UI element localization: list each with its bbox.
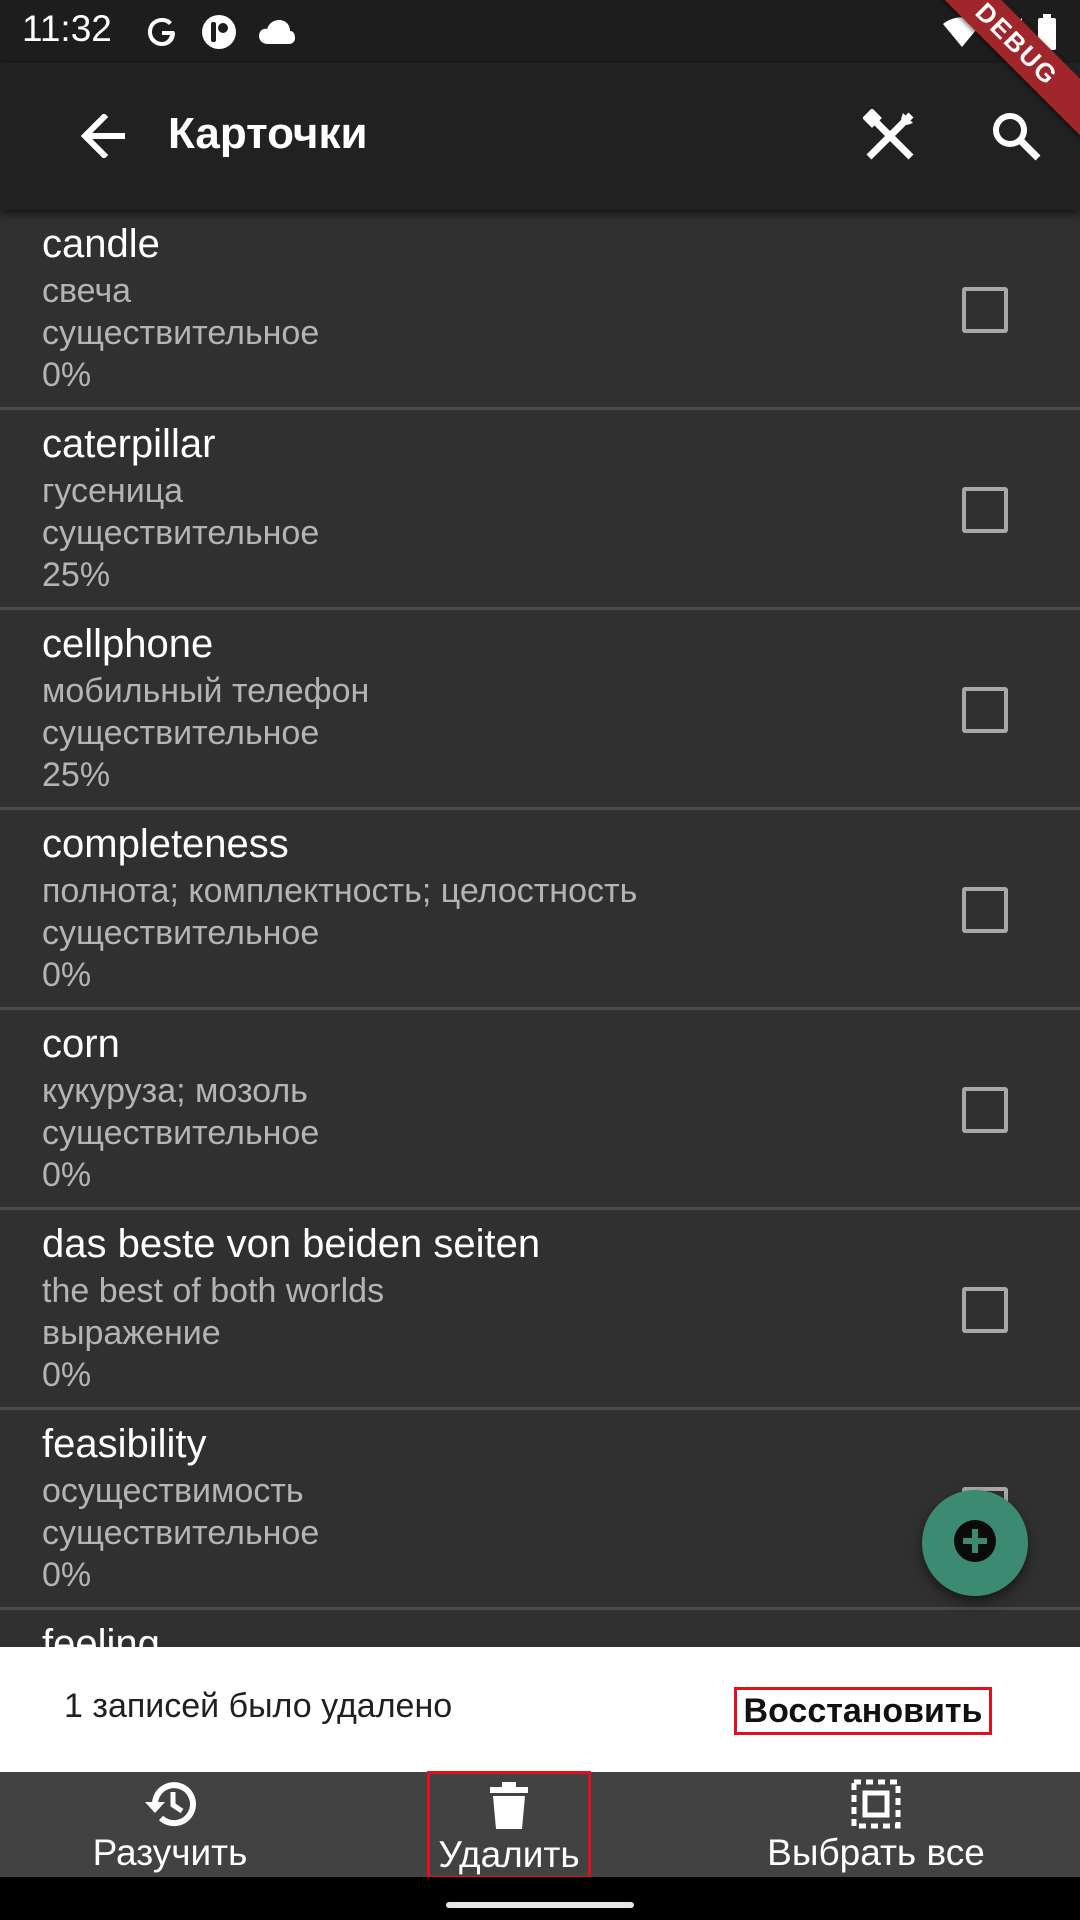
card-item[interactable]: completeness полнота; комплектность; цел… [0, 810, 1080, 1010]
card-progress: 0% [42, 1356, 92, 1394]
card-item[interactable]: caterpillar гусеница существительное 25% [0, 410, 1080, 610]
card-checkbox[interactable] [962, 687, 1008, 733]
learn-button[interactable]: Разучить [80, 1772, 260, 1877]
card-progress: 0% [42, 1156, 92, 1194]
google-icon [142, 12, 182, 52]
app-notification-icon [198, 12, 240, 52]
search-button[interactable] [976, 103, 1056, 173]
bottom-nav: Разучить Удалить Выбрать все [0, 1771, 1080, 1879]
card-part-of-speech: существительное [42, 1514, 320, 1552]
restore-button[interactable]: Восстановить [734, 1687, 992, 1735]
card-word: das beste von beiden seiten [42, 1222, 541, 1266]
card-word: candle [42, 222, 160, 266]
card-item[interactable]: candle свеча существительное 0% [0, 210, 1080, 410]
screen: 11:32 DEBUG Карточки candle свеча сущест… [0, 0, 1080, 1920]
card-progress: 0% [42, 356, 92, 394]
home-indicator[interactable] [446, 1902, 634, 1908]
card-checkbox[interactable] [962, 1287, 1008, 1333]
select-all-icon [851, 1779, 901, 1829]
card-item[interactable]: feeling [0, 1610, 1080, 1647]
page-title: Карточки [168, 109, 368, 158]
card-word: corn [42, 1022, 120, 1066]
status-time: 11:32 [22, 8, 112, 49]
tools-button[interactable] [850, 103, 930, 173]
card-part-of-speech: существительное [42, 914, 320, 952]
card-translation: гусеница [42, 472, 184, 510]
search-icon [991, 111, 1041, 166]
card-part-of-speech: выражение [42, 1314, 221, 1352]
select-all-button[interactable]: Выбрать все [760, 1772, 992, 1877]
card-word: feeling [42, 1622, 160, 1647]
card-item[interactable]: feasibility осуществимость существительн… [0, 1410, 1080, 1610]
card-checkbox[interactable] [962, 1087, 1008, 1133]
card-translation: кукуруза; мозоль [42, 1072, 308, 1110]
back-arrow-icon [80, 112, 128, 163]
card-part-of-speech: существительное [42, 514, 320, 552]
delete-label: Удалить [438, 1834, 580, 1875]
tools-icon [862, 107, 917, 168]
card-part-of-speech: существительное [42, 1114, 320, 1152]
card-word: completeness [42, 822, 289, 866]
status-bar: 11:32 DEBUG [0, 0, 1080, 147]
card-translation: свеча [42, 272, 132, 310]
card-item[interactable]: corn кукуруза; мозоль существительное 0% [0, 1010, 1080, 1210]
card-word: feasibility [42, 1422, 207, 1466]
trash-icon [489, 1782, 529, 1830]
card-translation: the best of both worlds [42, 1272, 385, 1310]
card-checkbox[interactable] [962, 887, 1008, 933]
card-checkbox[interactable] [962, 287, 1008, 333]
history-icon [143, 1780, 197, 1828]
card-part-of-speech: существительное [42, 714, 320, 752]
cloud-icon [256, 12, 298, 52]
card-progress: 0% [42, 956, 92, 994]
card-word: cellphone [42, 622, 214, 666]
card-progress: 25% [42, 756, 111, 794]
card-translation: осуществимость [42, 1472, 304, 1510]
card-translation: полнота; комплектность; целостность [42, 872, 638, 910]
snackbar: 1 записей было удалено Восстановить [0, 1647, 1080, 1772]
card-progress: 0% [42, 1556, 92, 1594]
card-list[interactable]: candle свеча существительное 0% caterpil… [0, 210, 1080, 1647]
card-translation: мобильный телефон [42, 672, 370, 710]
add-circle-icon [953, 1519, 997, 1568]
card-progress: 25% [42, 556, 111, 594]
card-checkbox[interactable] [962, 487, 1008, 533]
add-card-button[interactable] [922, 1490, 1028, 1596]
card-part-of-speech: существительное [42, 314, 320, 352]
card-item[interactable]: cellphone мобильный телефон существитель… [0, 610, 1080, 810]
delete-button[interactable]: Удалить [427, 1771, 591, 1879]
select-all-label: Выбрать все [767, 1832, 985, 1873]
card-word: caterpillar [42, 422, 216, 466]
card-item[interactable]: das beste von beiden seiten the best of … [0, 1210, 1080, 1410]
snackbar-message: 1 записей было удалено [64, 1687, 453, 1725]
back-button[interactable] [64, 103, 144, 173]
app-bar: Карточки [0, 63, 1080, 210]
learn-label: Разучить [92, 1832, 248, 1873]
system-nav-bar [0, 1877, 1080, 1920]
